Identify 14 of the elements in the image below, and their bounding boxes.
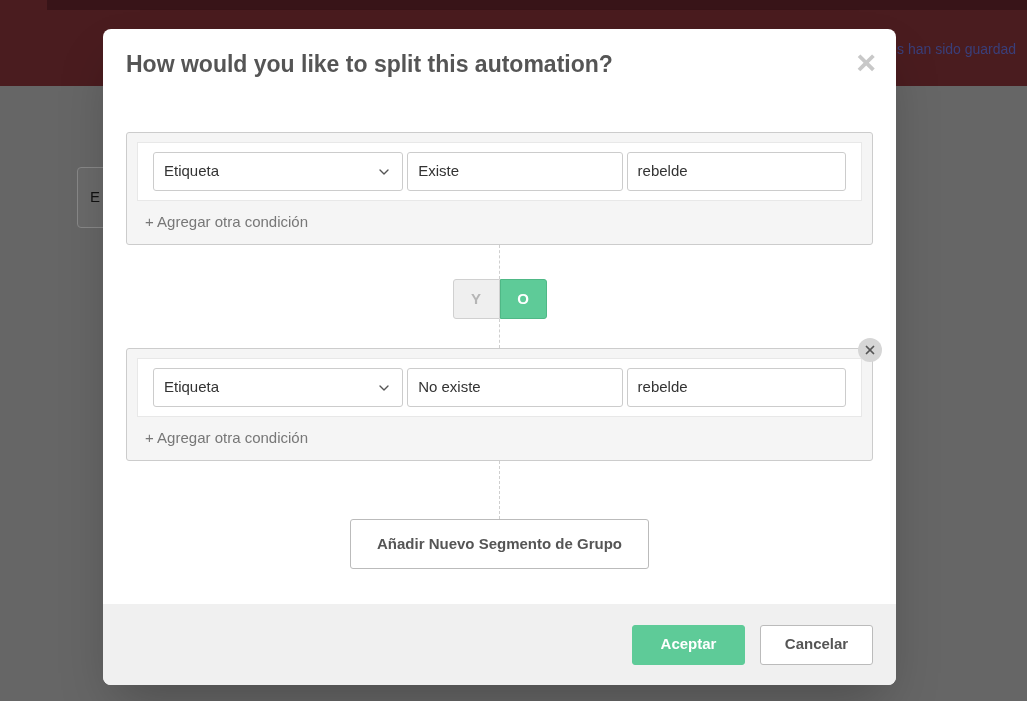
operator-field[interactable]: Existe (407, 152, 623, 191)
add-condition-link[interactable]: + Agregar otra condición (145, 213, 309, 230)
value-field[interactable]: rebelde (626, 152, 846, 191)
save-notice: s han sido guardad (897, 40, 1017, 59)
close-icon (863, 343, 877, 357)
add-condition-link[interactable]: + Agregar otra condición (145, 429, 309, 446)
add-segment-button[interactable]: Añadir Nuevo Segmento de Grupo (350, 519, 649, 569)
cancel-button[interactable]: Cancelar (760, 624, 873, 665)
value-field[interactable]: rebelde (626, 368, 846, 407)
field-select[interactable]: Etiqueta (153, 152, 404, 191)
operator-field[interactable]: No existe (407, 368, 623, 407)
dialog-title: How would you like to split this automation? (126, 50, 613, 79)
remove-group-button[interactable] (858, 338, 882, 362)
field-select[interactable]: Etiqueta (153, 368, 404, 407)
